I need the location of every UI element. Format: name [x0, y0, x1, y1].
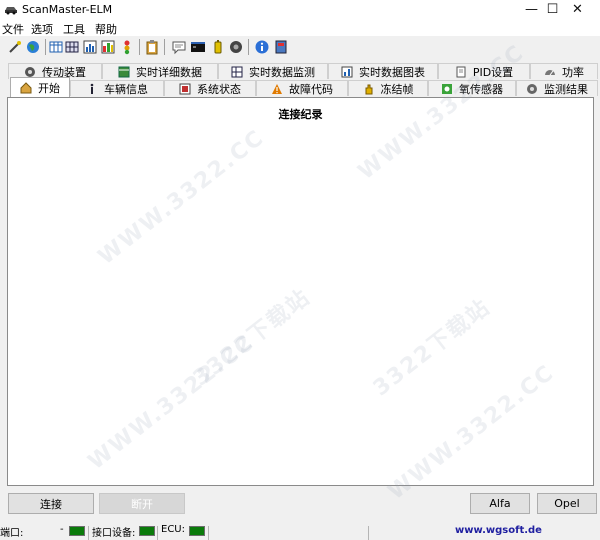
- menu-options[interactable]: 选项: [31, 21, 53, 37]
- interface-status-led: [139, 526, 155, 536]
- opel-button[interactable]: Opel: [537, 493, 597, 514]
- tab-label: 功率: [562, 65, 584, 79]
- home-icon: [20, 81, 32, 94]
- status-cell-empty: [208, 526, 368, 540]
- tab-label: 冻结帧: [380, 82, 414, 96]
- bar-chart-icon: [341, 66, 353, 78]
- port-status-led: [69, 526, 85, 536]
- panel-title: 连接纪录: [278, 108, 323, 121]
- menu-tools[interactable]: 工具: [63, 21, 85, 37]
- app-car-icon: [4, 3, 18, 15]
- chat-icon[interactable]: [171, 39, 187, 55]
- warning-icon: [271, 83, 283, 95]
- tab-label: 氧传感器: [459, 82, 503, 96]
- ecu-status-led: [189, 526, 205, 536]
- document-icon: [455, 66, 467, 78]
- gauge-icon: [544, 66, 556, 78]
- terminal-icon[interactable]: [190, 39, 206, 55]
- tab-system-status[interactable]: 系统状态: [164, 80, 256, 96]
- connection-log-panel[interactable]: 连接纪录: [7, 97, 594, 486]
- status-icon: [179, 83, 191, 95]
- tab-label: 故障代码: [289, 82, 333, 96]
- tab-start[interactable]: 开始: [10, 77, 70, 97]
- tab-label: 开始: [38, 81, 60, 95]
- gear-icon: [526, 83, 538, 95]
- tab-o2-sensor[interactable]: 氧传感器: [428, 80, 516, 96]
- menu-bar: 文件 选项 工具 帮助: [0, 19, 600, 36]
- tab-pid-settings[interactable]: PID设置: [438, 63, 530, 79]
- tab-label: 系统状态: [197, 82, 241, 96]
- sensor-icon: [441, 83, 453, 95]
- menu-help[interactable]: 帮助: [95, 21, 117, 37]
- title-bar: ScanMaster-ELM — ☐ ✕: [0, 0, 600, 19]
- gear-icon: [24, 66, 36, 78]
- wand-icon[interactable]: [7, 39, 23, 55]
- info-icon: [86, 83, 98, 95]
- tab-freeze-frame[interactable]: 冻结帧: [348, 80, 428, 96]
- gear-icon[interactable]: [228, 39, 244, 55]
- ecu-label: ECU:: [161, 524, 185, 535]
- port-label: 端口:: [0, 528, 24, 539]
- menu-file[interactable]: 文件: [2, 21, 24, 37]
- bar-chart-icon[interactable]: [82, 39, 98, 55]
- tab-row-bottom: 开始 车辆信息 系统状态 故障代码 冻结帧 氧传感器 监测结果: [0, 77, 600, 98]
- globe-icon[interactable]: [25, 39, 41, 55]
- grid-icon: [231, 66, 243, 78]
- book-icon[interactable]: [273, 39, 289, 55]
- grid-icon[interactable]: [64, 39, 80, 55]
- tab-label: 实时数据监测: [249, 65, 315, 79]
- tab-live-chart[interactable]: 实时数据图表: [328, 63, 438, 79]
- info-icon[interactable]: [254, 39, 270, 55]
- traffic-light-icon[interactable]: [119, 39, 135, 55]
- port-value: -: [60, 524, 64, 535]
- status-bar: 端口: - 接口设备: ECU: www.wgsoft.de: [0, 523, 600, 540]
- color-chart-icon[interactable]: [100, 39, 116, 55]
- tab-live-detail[interactable]: 实时详细数据: [102, 63, 218, 79]
- clipboard-icon[interactable]: [144, 39, 160, 55]
- table-icon: [118, 66, 130, 78]
- alfa-button[interactable]: Alfa: [470, 493, 530, 514]
- tab-label: 监测结果: [544, 82, 588, 96]
- battery-icon[interactable]: [210, 39, 226, 55]
- window-title: ScanMaster-ELM: [22, 3, 113, 16]
- tab-label: 车辆信息: [104, 82, 148, 96]
- website-link[interactable]: www.wgsoft.de: [455, 525, 542, 536]
- tab-live-monitor[interactable]: 实时数据监测: [218, 63, 328, 79]
- tab-label: 实时详细数据: [136, 65, 202, 79]
- tab-trouble-codes[interactable]: 故障代码: [256, 80, 348, 96]
- interface-label: 接口设备:: [92, 528, 136, 539]
- tab-label: PID设置: [472, 65, 514, 79]
- connect-button[interactable]: 连接: [8, 493, 94, 514]
- toolbar: [0, 36, 600, 58]
- tab-vehicle-info[interactable]: 车辆信息: [70, 80, 164, 96]
- tab-power[interactable]: 功率: [530, 63, 598, 79]
- disconnect-button[interactable]: 断开: [99, 493, 185, 514]
- close-button[interactable]: ✕: [555, 0, 600, 19]
- hand-icon: [363, 83, 375, 95]
- tab-label: 实时数据图表: [359, 65, 425, 79]
- tab-monitor-results[interactable]: 监测结果: [516, 80, 598, 96]
- table-icon[interactable]: [48, 39, 64, 55]
- tab-row-top: 传动装置 实时详细数据 实时数据监测 实时数据图表 PID设置 功率: [0, 62, 600, 79]
